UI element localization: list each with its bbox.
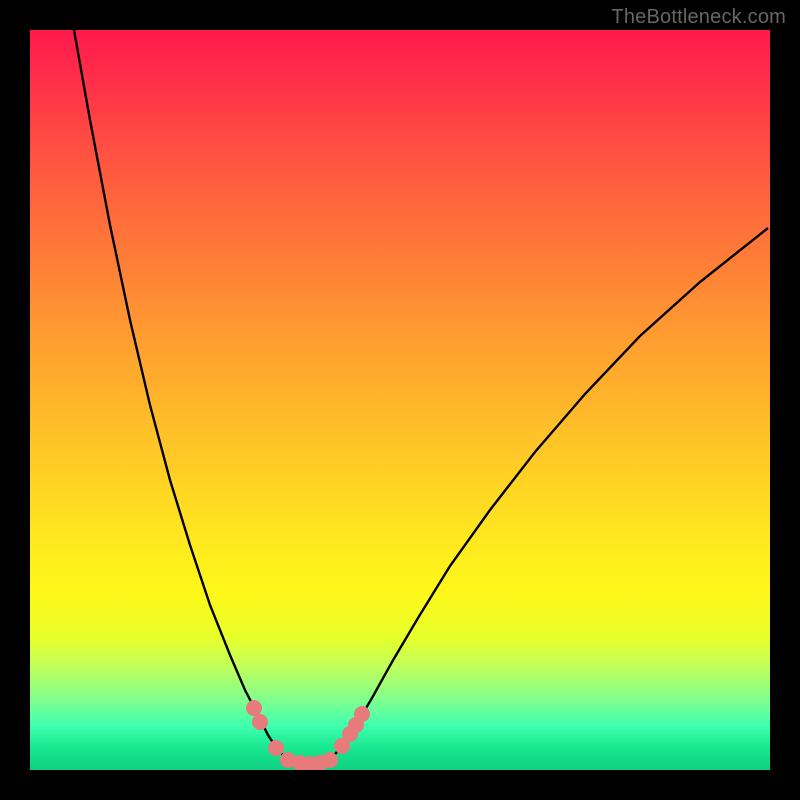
watermark-text: TheBottleneck.com — [611, 6, 786, 29]
curve-right — [330, 228, 768, 760]
valley-marker — [268, 740, 284, 756]
valley-markers — [246, 700, 370, 770]
chart-area — [30, 30, 770, 770]
valley-marker — [252, 714, 268, 730]
curve-left — [74, 30, 288, 760]
valley-marker — [246, 700, 262, 716]
valley-marker — [322, 752, 338, 768]
bottleneck-curve — [30, 30, 770, 770]
valley-marker — [354, 706, 370, 722]
